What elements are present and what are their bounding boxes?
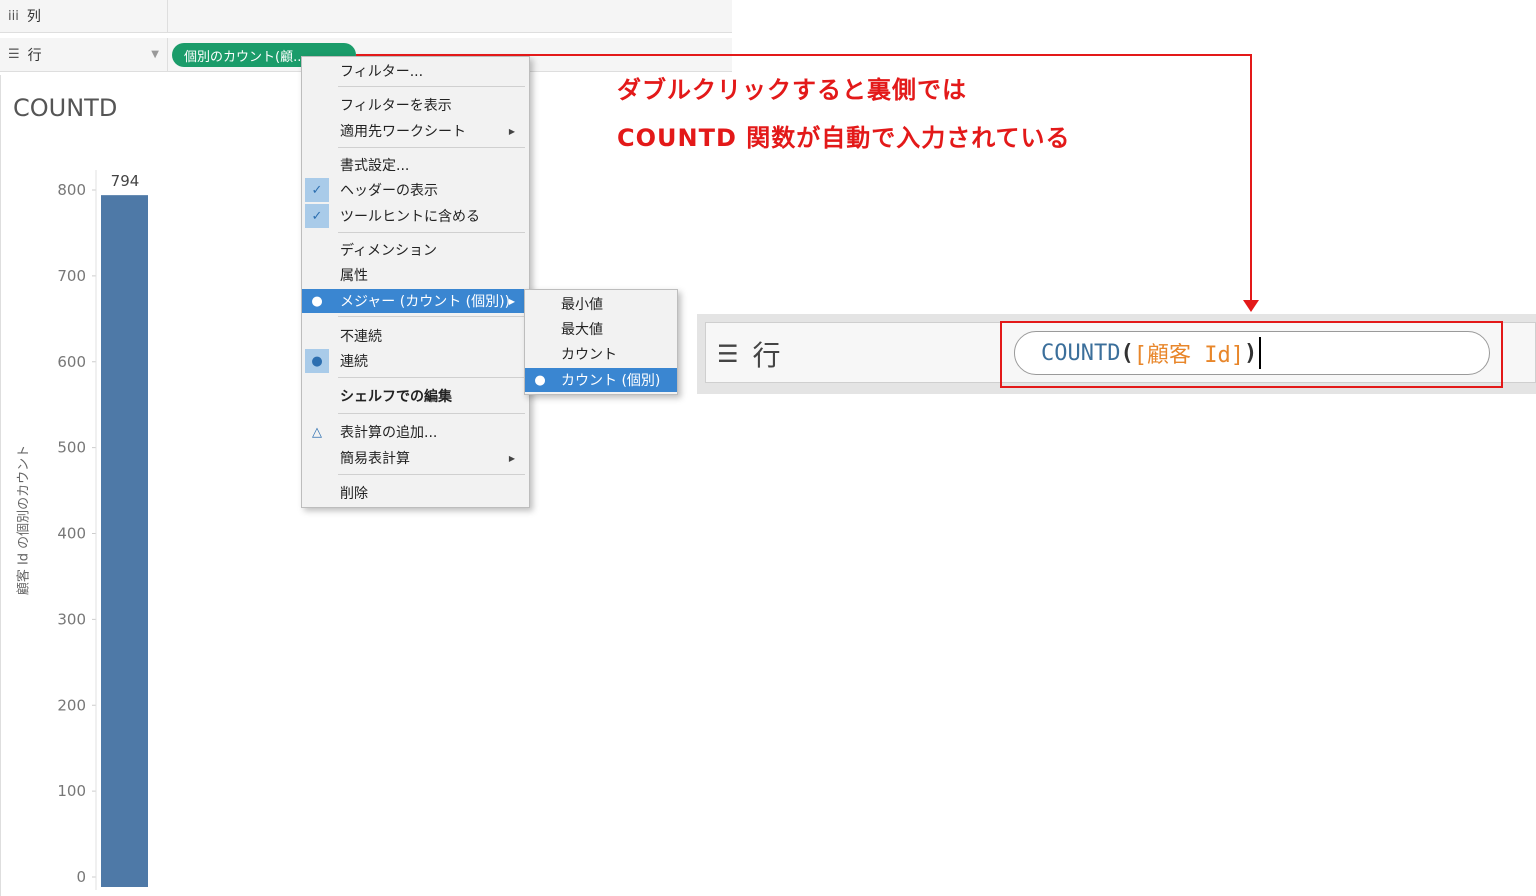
- menu-separator: [338, 232, 525, 233]
- formula-function: COUNTD: [1041, 340, 1121, 366]
- menu-item-label: フィルター...: [340, 64, 424, 80]
- context-menu: フィルター... フィルターを表示 適用先ワークシート ▶ 書式設定... ✓ ヘッダーの表…: [301, 56, 530, 508]
- rows-icon: ☰: [8, 47, 20, 62]
- submenu-item[interactable]: ● カウント (個別): [525, 368, 677, 392]
- menu-item-label: 属性: [340, 268, 368, 284]
- text-cursor: [1259, 337, 1262, 369]
- annotation-line-2: COUNTD 関数が自動で入力されている: [617, 124, 1071, 152]
- menu-item[interactable]: △ 表計算の追加...: [302, 420, 529, 444]
- arrow-down-icon: [1243, 300, 1259, 312]
- menu-item-label: 連続: [340, 354, 368, 370]
- chevron-right-icon: ▶: [508, 296, 515, 306]
- menu-item-label: 削除: [340, 486, 368, 502]
- radio-dot-icon: ●: [534, 372, 546, 388]
- menu-item[interactable]: ✓ ヘッダーの表示: [302, 178, 529, 202]
- submenu-item-label: 最小値: [561, 297, 603, 313]
- submenu-item[interactable]: 最大値: [525, 317, 677, 341]
- menu-item[interactable]: 属性: [302, 263, 529, 287]
- menu-item[interactable]: フィルターを表示: [302, 93, 529, 117]
- columns-icon: iii: [8, 8, 19, 24]
- menu-item-label: ヘッダーの表示: [340, 183, 438, 199]
- menu-item[interactable]: 簡易表計算 ▶: [302, 446, 529, 470]
- submenu-item[interactable]: 最小値: [525, 292, 677, 316]
- menu-separator: [338, 86, 525, 87]
- bar[interactable]: [101, 195, 148, 888]
- measure-submenu: 最小値最大値カウント ● カウント (個別): [524, 289, 678, 395]
- submenu-item-label: カウント: [561, 347, 617, 363]
- rows-shelf-label: ☰ 行 ▼: [0, 38, 168, 71]
- radio-dot-icon: ●: [311, 293, 323, 309]
- bar-value-label: 794: [111, 172, 140, 190]
- menu-separator: [338, 377, 525, 378]
- chevron-down-icon[interactable]: ▼: [151, 49, 159, 60]
- menu-item-label: 書式設定...: [340, 158, 410, 174]
- menu-item[interactable]: ✓ ツールヒントに含める: [302, 204, 529, 228]
- y-tick-label: 200: [57, 696, 86, 714]
- bar-chart: 0 100 200 300 400 500 600 700 800 794: [57, 170, 148, 890]
- annotation-connector-horizontal: [356, 54, 1252, 56]
- y-tick-label: 300: [57, 610, 86, 628]
- menu-item-label: 簡易表計算: [340, 451, 410, 467]
- radio-dot-icon: ●: [305, 349, 329, 373]
- y-axis-label: 顧客 Id の個別のカウント: [16, 444, 32, 596]
- y-tick-label: 600: [57, 353, 86, 371]
- menu-separator: [338, 413, 525, 414]
- menu-item[interactable]: ● メジャー (カウント (個別)) ▶: [302, 289, 529, 313]
- menu-item-label: フィルターを表示: [340, 98, 452, 114]
- menu-item-label: 不連続: [340, 329, 382, 345]
- submenu-item-label: カウント (個別): [561, 373, 661, 389]
- menu-item[interactable]: ● 連続: [302, 349, 529, 373]
- menu-item-label: メジャー (カウント (個別)): [340, 294, 511, 310]
- formula-edit-field[interactable]: COUNTD([顧客 Id]): [1014, 331, 1490, 375]
- menu-item-label: ディメンション: [340, 243, 438, 259]
- formula-field: [顧客 Id]: [1133, 343, 1244, 368]
- y-tick-label: 400: [57, 525, 86, 543]
- y-tick-label: 100: [57, 782, 86, 800]
- menu-separator: [338, 316, 525, 317]
- y-tick-label: 700: [57, 267, 86, 285]
- columns-shelf-label: iii 列: [0, 0, 168, 32]
- submenu-item[interactable]: カウント: [525, 342, 677, 366]
- menu-item[interactable]: 適用先ワークシート ▶: [302, 119, 529, 143]
- menu-separator: [338, 474, 525, 475]
- chart-title: COUNTD: [13, 94, 118, 122]
- formula-open-paren: (: [1120, 340, 1134, 366]
- check-icon: ✓: [305, 204, 329, 228]
- chevron-right-icon: ▶: [508, 453, 515, 463]
- menu-item[interactable]: フィルター...: [302, 59, 529, 83]
- menu-item[interactable]: ディメンション: [302, 238, 529, 262]
- menu-item-label: 表計算の追加...: [340, 425, 438, 441]
- columns-shelf[interactable]: iii 列: [0, 0, 732, 33]
- y-tick-label: 800: [57, 181, 86, 199]
- y-tick-label: 500: [57, 439, 86, 457]
- menu-item-label: 適用先ワークシート: [340, 124, 466, 140]
- menu-item[interactable]: シェルフでの編集: [302, 384, 529, 408]
- menu-item-label: シェルフでの編集: [340, 389, 452, 405]
- formula-close-paren: ): [1243, 340, 1258, 366]
- menu-separator: [338, 147, 525, 148]
- check-icon: ✓: [305, 178, 329, 202]
- triangle-icon: △: [312, 424, 322, 440]
- y-tick-label: 0: [76, 868, 86, 886]
- rows-label: 行: [27, 47, 42, 64]
- menu-item[interactable]: 不連続: [302, 324, 529, 348]
- columns-label: 列: [26, 9, 41, 25]
- zoomed-rows-text: 行: [752, 339, 781, 372]
- zoomed-rows-label: ☰ 行: [717, 334, 781, 374]
- rows-icon: ☰: [717, 340, 739, 368]
- submenu-item-label: 最大値: [561, 322, 603, 338]
- menu-item[interactable]: 書式設定...: [302, 153, 529, 177]
- chevron-right-icon: ▶: [508, 126, 515, 136]
- annotation-line-1: ダブルクリックすると裏側では: [617, 76, 967, 104]
- annotation-connector-vertical: [1250, 54, 1252, 304]
- menu-item[interactable]: 削除: [302, 481, 529, 505]
- menu-item-label: ツールヒントに含める: [340, 209, 480, 225]
